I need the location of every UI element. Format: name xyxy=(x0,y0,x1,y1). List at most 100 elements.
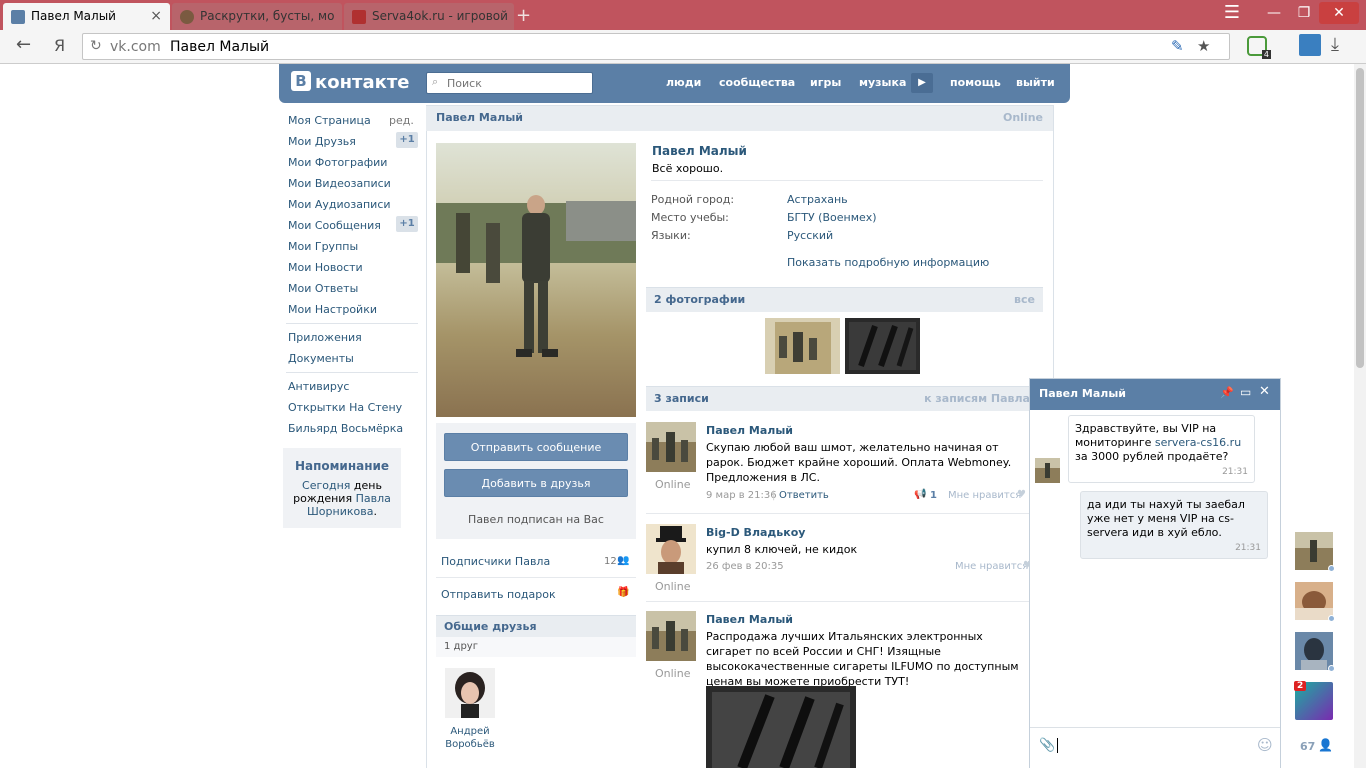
tab-raskrutki[interactable]: Раскрутки, бусты, мо xyxy=(172,3,342,30)
address-bar[interactable]: ↻ vk.com Павел Малый ✎ ★ xyxy=(82,33,1230,60)
menu-cards[interactable]: Открытки На Стену xyxy=(288,401,402,414)
like-link[interactable]: Мне нравится xyxy=(955,561,1028,572)
chat-partner-avatar-image xyxy=(1035,458,1060,483)
post-author-avatar[interactable] xyxy=(646,611,696,661)
scrollbar-track[interactable] xyxy=(1354,64,1366,768)
like-link[interactable]: Мне нравится xyxy=(948,490,1021,501)
nav-communities[interactable]: сообщества xyxy=(719,76,795,89)
profile-status[interactable]: Всё хорошо. xyxy=(652,162,723,175)
message-link[interactable]: servera-cs16.ru xyxy=(1155,436,1241,449)
ext-badge: 4 xyxy=(1261,50,1271,59)
restore-button[interactable]: ❐ xyxy=(1289,2,1319,24)
divider xyxy=(1053,105,1054,378)
megaphone-icon[interactable]: 📢 xyxy=(914,489,926,500)
menu-antivirus[interactable]: Антивирус xyxy=(288,380,349,393)
menu-groups[interactable]: Мои Группы xyxy=(288,240,358,253)
close-window-button[interactable]: ✕ xyxy=(1319,2,1359,24)
menu-audio[interactable]: Мои Аудиозаписи xyxy=(288,198,391,211)
close-tab-icon[interactable]: × xyxy=(150,8,162,24)
info-label-languages: Языки: xyxy=(651,229,691,242)
post-author-avatar-image xyxy=(646,422,696,472)
attach-icon[interactable]: 📎 xyxy=(1039,738,1055,753)
heart-icon[interactable]: ♥ xyxy=(1017,489,1026,500)
common-friends-count: 1 друг xyxy=(444,641,478,652)
dock-contact-avatar[interactable] xyxy=(1295,632,1335,672)
chat-header[interactable]: Павел Малый 📌 ▭ ✕ xyxy=(1030,379,1280,410)
nav-logout[interactable]: выйти xyxy=(1016,76,1055,89)
friend-name[interactable]: Андрей Воробьёв xyxy=(440,725,500,751)
chat-partner-avatar[interactable] xyxy=(1035,458,1060,483)
person-icon[interactable]: 👤 xyxy=(1318,738,1333,752)
post-author-avatar[interactable] xyxy=(646,422,696,472)
post-author-name[interactable]: Павел Малый xyxy=(706,613,793,626)
menu-settings[interactable]: Мои Настройки xyxy=(288,303,377,316)
show-more-info-link[interactable]: Показать подробную информацию xyxy=(787,256,989,269)
profile-photo[interactable] xyxy=(436,143,636,417)
minimize-button[interactable]: — xyxy=(1259,2,1289,24)
shield-icon[interactable]: 4 xyxy=(1247,36,1271,59)
info-value-hometown[interactable]: Астрахань xyxy=(787,193,848,206)
screenshot-icon[interactable] xyxy=(1299,34,1321,56)
bookmark-star-icon[interactable]: ★ xyxy=(1197,37,1210,55)
nav-help[interactable]: помощь xyxy=(950,76,1001,89)
search-input[interactable] xyxy=(447,74,587,92)
download-icon[interactable]: ⤓ xyxy=(1331,34,1339,55)
scrollbar-thumb[interactable] xyxy=(1356,68,1364,368)
post-date[interactable]: 26 фев в 20:35 xyxy=(706,561,784,572)
chat-input-area[interactable]: 📎 ☺ xyxy=(1030,727,1280,768)
emoji-icon[interactable]: ☺ xyxy=(1257,736,1273,754)
nav-games[interactable]: игры xyxy=(810,76,841,89)
back-arrow-icon[interactable]: ← xyxy=(16,34,31,55)
send-message-button[interactable]: Отправить сообщение xyxy=(444,433,628,461)
menu-icon[interactable]: ☰ xyxy=(1217,2,1247,24)
post-author-avatar[interactable] xyxy=(646,524,696,574)
yandex-button[interactable]: Я xyxy=(54,36,65,55)
menu-answers[interactable]: Мои Ответы xyxy=(288,282,358,295)
post-author-name[interactable]: Павел Малый xyxy=(706,424,793,437)
friends-badge[interactable]: +1 xyxy=(396,132,418,148)
maximize-icon[interactable]: ▭ xyxy=(1240,385,1251,399)
pin-icon[interactable]: 📌 xyxy=(1220,386,1234,399)
photo-thumb[interactable] xyxy=(765,318,840,374)
info-value-languages[interactable]: Русский xyxy=(787,229,833,242)
tab-vk[interactable]: Павел Малый × xyxy=(3,3,170,30)
photos-bar[interactable]: 2 фотографии все xyxy=(646,287,1043,312)
dock-contact-avatar[interactable]: 2 xyxy=(1294,681,1333,720)
dock-contact-avatar[interactable] xyxy=(1295,532,1335,572)
wall-link[interactable]: к записям Павла xyxy=(924,392,1030,405)
friend-avatar[interactable] xyxy=(445,668,495,718)
nav-music[interactable]: музыка xyxy=(859,76,906,89)
tab-serva4ok[interactable]: Serva4ok.ru - игровой xyxy=(344,3,514,30)
messages-badge[interactable]: +1 xyxy=(396,216,418,232)
post-author-name[interactable]: Big-D Владькоу xyxy=(706,526,805,539)
menu-videos[interactable]: Мои Видеозаписи xyxy=(288,177,391,190)
play-icon[interactable]: ▶ xyxy=(911,73,933,93)
close-chat-icon[interactable]: ✕ xyxy=(1259,384,1270,399)
search-box[interactable]: ⌕ xyxy=(426,72,593,94)
photo-thumb[interactable] xyxy=(845,318,920,374)
reload-icon[interactable]: ↻ xyxy=(90,38,102,54)
reply-link[interactable]: Ответить xyxy=(779,490,829,501)
post-image[interactable] xyxy=(706,686,856,768)
menu-billiards[interactable]: Бильярд Восьмёрка xyxy=(288,422,403,435)
send-gift-link[interactable]: Отправить подарок xyxy=(441,588,556,601)
online-friends-count[interactable]: 67 xyxy=(1300,740,1315,753)
menu-apps[interactable]: Приложения xyxy=(288,331,362,344)
photos-all-link[interactable]: все xyxy=(1014,293,1035,306)
info-value-study[interactable]: БГТУ (Военмех) xyxy=(787,211,877,224)
menu-my-page[interactable]: Моя Страница xyxy=(288,114,371,127)
menu-photos[interactable]: Мои Фотографии xyxy=(288,156,387,169)
menu-news[interactable]: Мои Новости xyxy=(288,261,363,274)
menu-documents[interactable]: Документы xyxy=(288,352,354,365)
followers-link[interactable]: Подписчики Павла xyxy=(441,555,550,568)
post-date[interactable]: 9 мар в 21:36 xyxy=(706,490,777,501)
dock-contact-avatar[interactable] xyxy=(1295,582,1335,622)
nav-people[interactable]: люди xyxy=(666,76,701,89)
add-friend-button[interactable]: Добавить в друзья xyxy=(444,469,628,497)
new-tab-button[interactable]: + xyxy=(516,5,531,26)
vk-logo[interactable]: Вконтакте xyxy=(291,71,409,93)
menu-messages[interactable]: Мои Сообщения xyxy=(288,219,381,232)
menu-friends[interactable]: Мои Друзья xyxy=(288,135,356,148)
menu-edit-link[interactable]: ред. xyxy=(389,114,414,127)
pen-icon[interactable]: ✎ xyxy=(1171,37,1184,55)
